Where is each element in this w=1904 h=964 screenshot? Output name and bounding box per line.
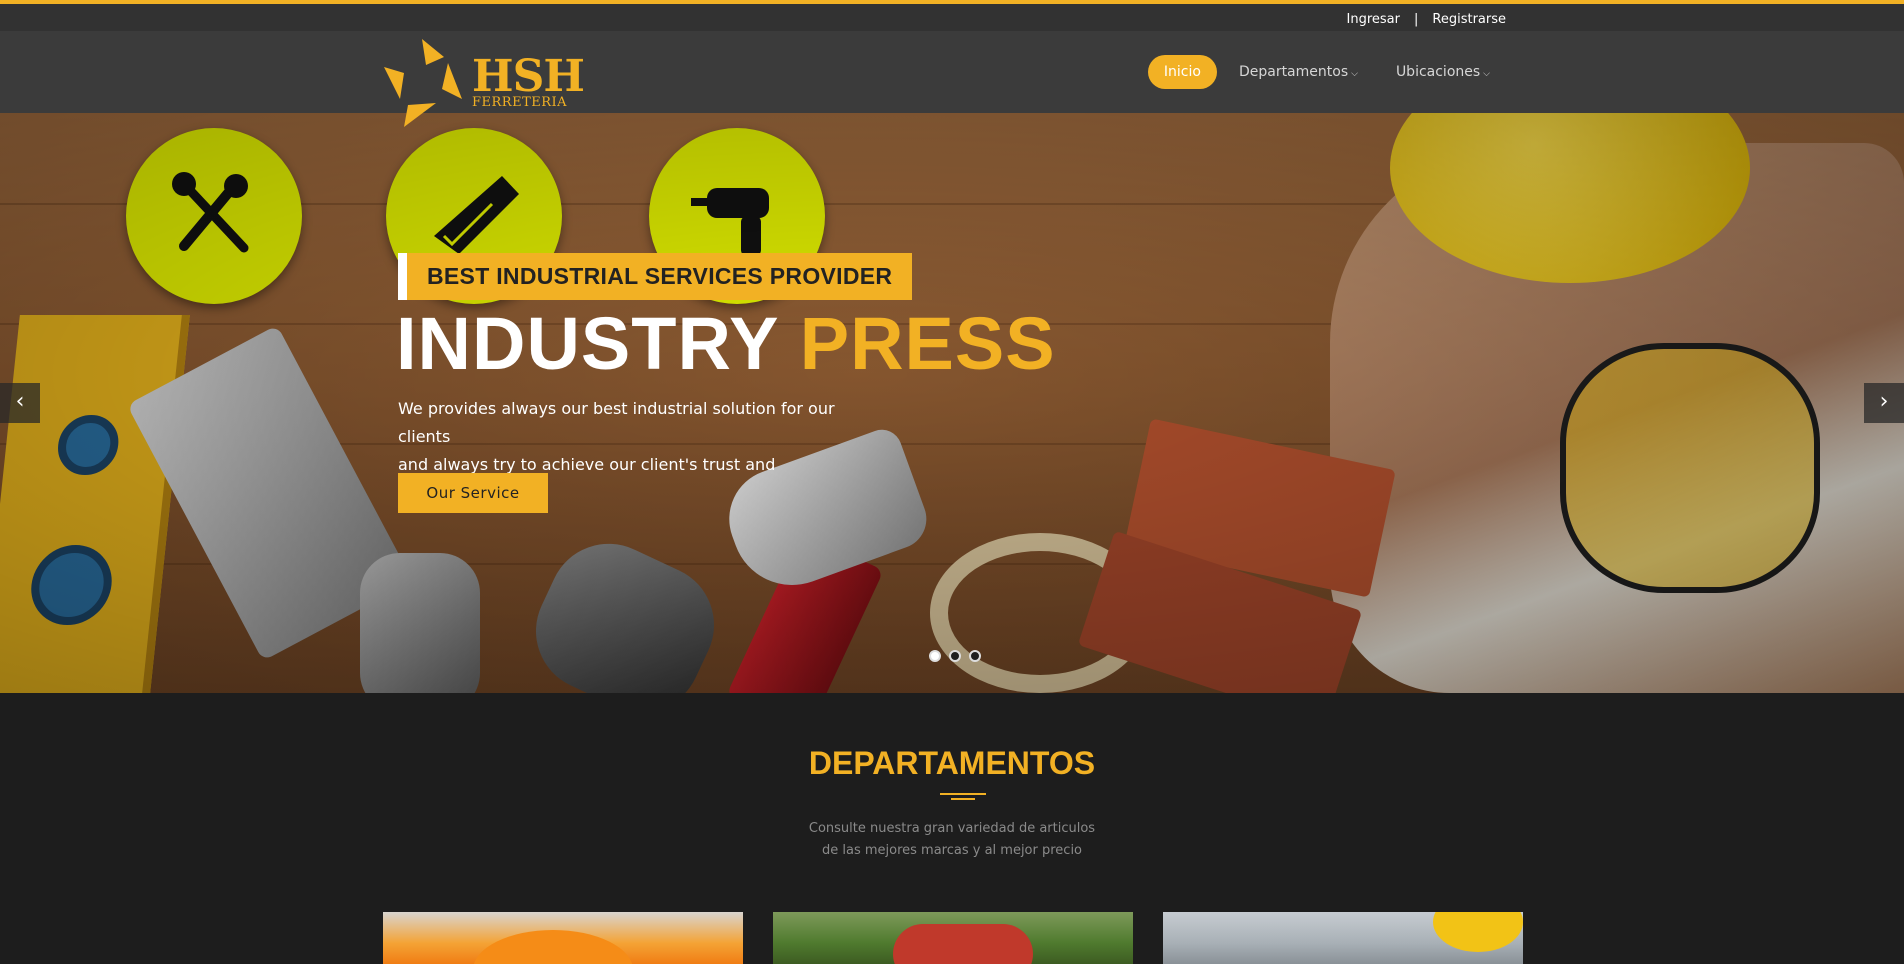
underline-bar [951, 798, 975, 800]
headline-accent: PRESS [799, 302, 1056, 385]
title-underline [940, 793, 986, 800]
departments-description: Consulte nuestra gran variedad de articu… [0, 818, 1904, 862]
underline-bar [940, 793, 986, 795]
department-card-paint[interactable] [383, 912, 743, 964]
slider-dot[interactable] [949, 650, 961, 662]
department-card-garden[interactable] [773, 912, 1133, 964]
hero-slider: BEST INDUSTRIAL SERVICES PROVIDER INDUST… [0, 113, 1904, 693]
chevron-down-icon: ⌵ [1351, 69, 1358, 79]
nav-item-label: Ubicaciones [1395, 64, 1481, 80]
paint-can-image [473, 930, 633, 964]
main-nav: Inicio Departamentos ⌵ Ubicaciones ⌵ [1147, 55, 1506, 89]
hard-hat-image [1433, 912, 1523, 952]
top-bar: Ingresar | Registrarse [0, 0, 1904, 31]
nav-item-label: Departamentos [1238, 64, 1349, 80]
nav-item-inicio[interactable]: Inicio [1147, 55, 1217, 89]
hero-headline: INDUSTRY PRESS [396, 301, 1056, 386]
nav-item-departamentos[interactable]: Departamentos ⌵ [1223, 55, 1374, 89]
chevron-left-icon: ‹ [15, 389, 25, 414]
headline-main: INDUSTRY [396, 302, 779, 385]
nav-item-ubicaciones[interactable]: Ubicaciones ⌵ [1380, 55, 1506, 89]
nav-item-label: Inicio [1163, 64, 1201, 80]
hero-overlay [0, 113, 1904, 693]
slider-next-button[interactable]: › [1864, 383, 1904, 423]
chevron-down-icon: ⌵ [1483, 69, 1490, 79]
garden-tools-image [893, 924, 1033, 964]
our-service-button[interactable]: Our Service [398, 473, 548, 513]
description-line: de las mejores marcas y al mejor precio [821, 843, 1083, 858]
slider-dot[interactable] [929, 650, 941, 662]
description-line: Consulte nuestra gran variedad de articu… [808, 821, 1096, 836]
site-header: HSH FERRETERIA Inicio Departamentos ⌵ Ubi… [0, 31, 1904, 127]
hero-tagline: BEST INDUSTRIAL SERVICES PROVIDER [398, 253, 913, 300]
department-card-safety[interactable] [1163, 912, 1523, 964]
slider-prev-button[interactable]: ‹ [0, 383, 40, 423]
chevron-right-icon: › [1879, 389, 1889, 414]
auth-separator: | [1414, 12, 1419, 27]
departments-title: DEPARTAMENTOS [808, 745, 1096, 781]
register-link[interactable]: Registrarse [1432, 12, 1506, 27]
brand-subtitle: FERRETERIA [472, 95, 568, 110]
description-line: We provides always our best industrial s… [398, 399, 835, 446]
logo-mark-icon [384, 39, 462, 127]
slider-dot[interactable] [969, 650, 981, 662]
site-logo[interactable]: HSH FERRETERIA [382, 37, 585, 129]
slider-dots [929, 650, 981, 662]
auth-links: Ingresar | Registrarse [1347, 12, 1506, 27]
login-link[interactable]: Ingresar [1347, 12, 1400, 27]
